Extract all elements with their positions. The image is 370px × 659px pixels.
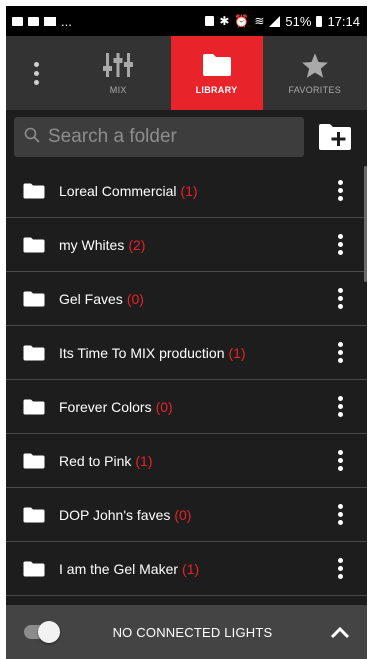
folder-label: Forever Colors (0) [59,399,325,415]
folder-name: Its Time To MIX production [59,344,225,361]
folder-name: my Whites [59,236,125,253]
folder-options-button[interactable] [325,554,355,584]
folder-label: Loreal Commercial (1) [59,183,325,199]
tab-favorites-label: FAVORITES [288,85,342,95]
folder-options-button[interactable] [325,284,355,314]
folder-name: Red to Pink [59,452,132,469]
signal-icon [269,15,281,27]
folder-name: I am the Gel Maker [59,560,179,577]
folder-icon [23,345,45,360]
search-row [6,110,367,164]
folder-label: Gel Faves (0) [59,291,325,307]
tab-library[interactable]: LIBRARY [170,36,263,110]
scrollbar-thumb[interactable] [364,166,367,282]
folder-icon [23,399,45,414]
folder-icon [23,561,45,576]
add-folder-icon [319,124,351,150]
folder-label: Its Time To MIX production (1) [59,345,325,361]
search-box[interactable] [14,117,304,157]
status-bar-right: ✱ ⏰ ≋ 51% 17:14 [205,14,360,29]
wifi-icon: ≋ [254,14,265,28]
folder-icon [23,291,45,306]
folder-name: Forever Colors [59,398,152,415]
folder-options-button[interactable] [325,230,355,260]
tab-library-label: LIBRARY [195,85,238,95]
folder-label: my Whites (2) [59,237,325,253]
new-folder-button[interactable] [318,120,352,154]
expand-button[interactable] [327,619,353,645]
sim-notification-icon [28,16,39,26]
clock: 17:14 [327,13,360,29]
folder-count: (0) [126,290,144,307]
sliders-icon [101,51,135,79]
app-screen: ... ✱ ⏰ ≋ 51% 17:14 MIX LIBRARY FAVORITE… [6,6,367,659]
folder-row[interactable]: Its Time To MIX production (1) [6,326,367,380]
folder-count: (1) [135,452,153,469]
vertical-dots-icon [337,558,343,579]
bottom-bar: NO CONNECTED LIGHTS [6,605,367,659]
folder-options-button[interactable] [325,446,355,476]
folder-options-button[interactable] [325,338,355,368]
folder-options-button[interactable] [325,500,355,530]
folder-count: (2) [128,236,146,253]
folder-icon [23,237,45,252]
folder-count: (1) [182,560,200,577]
star-icon [301,51,329,79]
more-notifications-text: ... [61,13,72,29]
folder-label: Red to Pink (1) [59,453,325,469]
battery-icon [316,15,323,27]
folder-icon [202,51,232,79]
folder-icon [23,507,45,522]
folder-label: I am the Gel Maker (1) [59,561,325,577]
vertical-dots-icon [337,180,343,201]
folder-row[interactable]: I am the Gel Maker (1) [6,542,367,596]
vertical-dots-icon [337,288,343,309]
gallery-notification-icon [12,16,23,26]
folder-count: (0) [174,506,192,523]
folder-count: (1) [180,182,198,199]
lights-toggle[interactable] [24,621,60,643]
vertical-dots-icon [337,234,343,255]
tab-mix-label: MIX [109,85,127,95]
status-bar-left: ... [12,14,72,29]
folder-count: (1) [228,344,246,361]
connection-status-label: NO CONNECTED LIGHTS [112,624,273,640]
folder-icon [23,183,45,198]
folder-label: DOP John's faves (0) [59,507,325,523]
folder-row[interactable]: Forever Colors (0) [6,380,367,434]
mail-notification-icon [44,16,56,26]
lock-icon [205,16,215,26]
search-icon [24,127,40,148]
folder-icon [23,453,45,468]
folder-list: Loreal Commercial (1) my Whites (2) Gel Fave… [6,164,367,596]
folder-row[interactable]: my Whites (2) [6,218,367,272]
tab-favorites[interactable]: FAVORITES [263,36,368,110]
folder-row[interactable]: Red to Pink (1) [6,434,367,488]
folder-row[interactable]: DOP John's faves (0) [6,488,367,542]
vertical-dots-icon [337,504,343,525]
bluetooth-icon: ✱ [219,14,230,28]
search-input[interactable] [48,126,294,148]
top-tab-bar: MIX LIBRARY FAVORITES [6,36,367,110]
folder-name: Gel Faves [59,290,123,307]
toggle-knob [38,621,60,643]
vertical-dots-icon [337,450,343,471]
menu-button[interactable] [6,36,66,110]
folder-row[interactable]: Loreal Commercial (1) [6,164,367,218]
vertical-dots-icon [337,342,343,363]
folder-options-button[interactable] [325,176,355,206]
folder-name: DOP John's faves [59,506,171,523]
tab-mix[interactable]: MIX [66,36,171,110]
battery-percent: 51% [285,13,312,29]
folder-options-button[interactable] [325,392,355,422]
chevron-up-icon [330,626,350,639]
vertical-dots-icon [337,396,343,417]
alarm-icon: ⏰ [234,14,250,28]
status-bar: ... ✱ ⏰ ≋ 51% 17:14 [6,6,367,36]
folder-row[interactable]: Gel Faves (0) [6,272,367,326]
folder-count: (0) [155,398,173,415]
folder-name: Loreal Commercial [59,182,177,199]
vertical-dots-icon [33,61,39,85]
